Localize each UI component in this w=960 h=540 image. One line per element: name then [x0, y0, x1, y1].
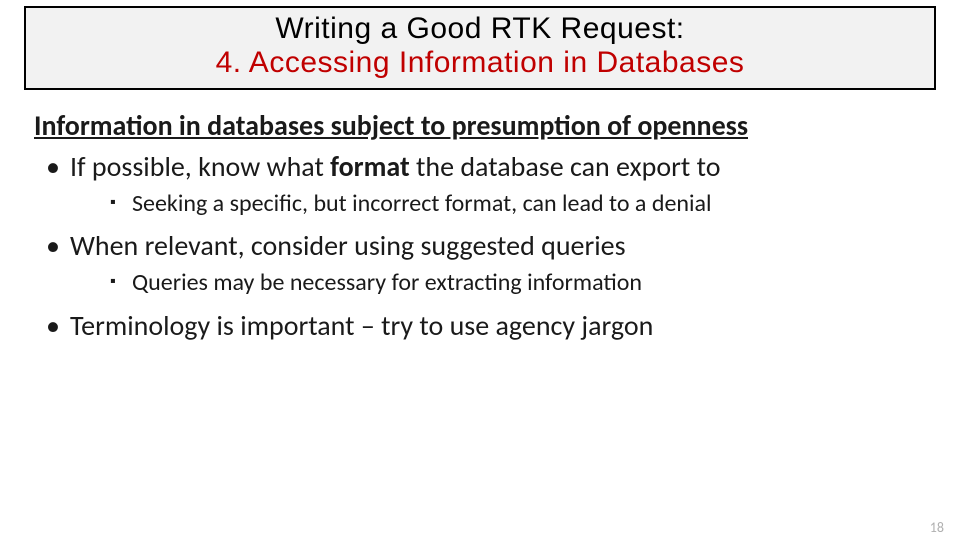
- bullet-list: If possible, know what format the databa…: [34, 149, 926, 343]
- section-heading: Information in databases subject to pres…: [34, 108, 926, 143]
- title-line2: 4. Accessing Information in Databases: [34, 46, 926, 80]
- bullet3-text: Terminology is important – try to use ag…: [70, 308, 653, 343]
- sub-bullet-list-1: Seeking a specific, but incorrect format…: [70, 188, 926, 220]
- page-number: 18: [930, 519, 944, 536]
- bullet1-pre: If possible, know what: [70, 149, 330, 184]
- sub-bullet-1: Seeking a specific, but incorrect format…: [70, 188, 926, 220]
- bullet1-bold: format: [330, 149, 410, 184]
- title-line1: Writing a Good RTK Request:: [34, 12, 926, 46]
- sub-bullet-2: Queries may be necessary for extracting …: [70, 267, 926, 299]
- title-box: Writing a Good RTK Request: 4. Accessing…: [24, 6, 936, 90]
- sub-bullet-list-2: Queries may be necessary for extracting …: [70, 267, 926, 299]
- bullet2-text: When relevant, consider using suggested …: [70, 228, 626, 263]
- bullet1-post: the database can export to: [410, 149, 721, 184]
- bullet-item-2: When relevant, consider using suggested …: [34, 228, 926, 299]
- bullet-item-3: Terminology is important – try to use ag…: [34, 308, 926, 343]
- bullet-item-1: If possible, know what format the databa…: [34, 149, 926, 220]
- slide-content: Information in databases subject to pres…: [0, 90, 960, 343]
